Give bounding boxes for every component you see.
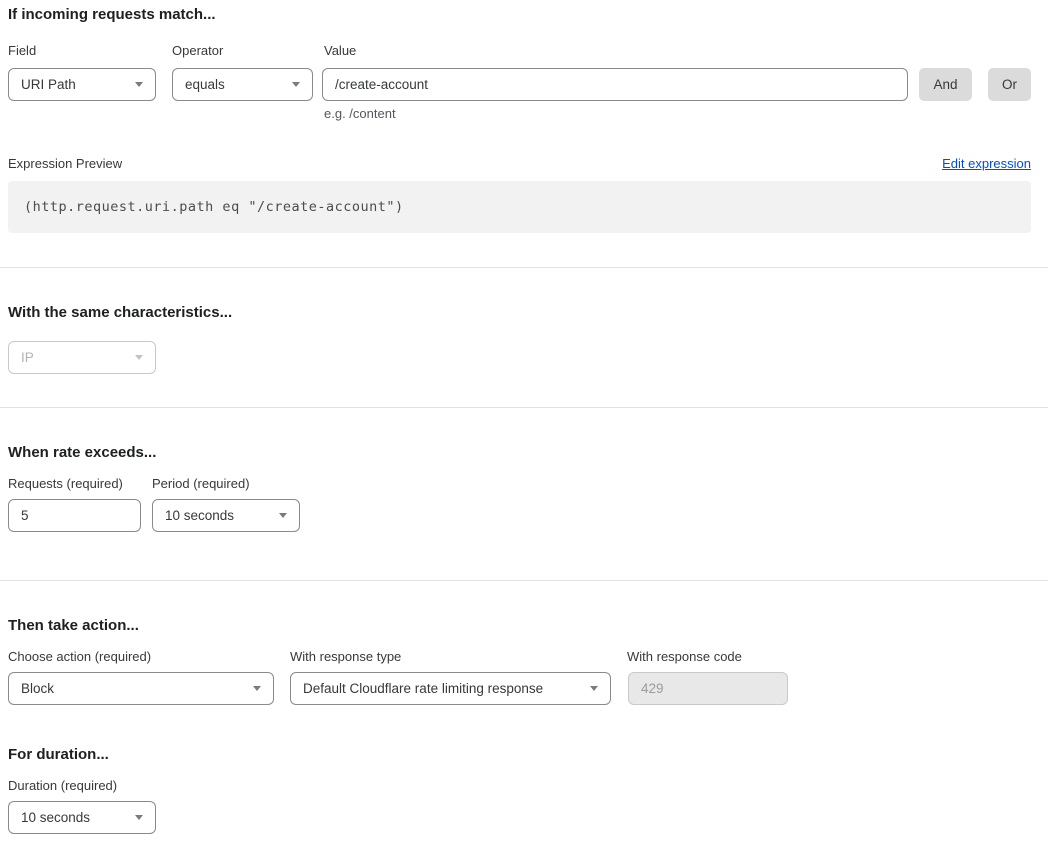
value-label: Value xyxy=(324,43,356,58)
duration-label: Duration (required) xyxy=(8,778,117,793)
field-label: Field xyxy=(8,43,36,58)
period-select-value: 10 seconds xyxy=(165,508,234,523)
section-divider xyxy=(0,407,1048,408)
chevron-down-icon xyxy=(292,82,300,87)
chevron-down-icon xyxy=(279,513,287,518)
action-section-title: Then take action... xyxy=(8,617,139,634)
value-helper-text: e.g. /content xyxy=(324,106,396,121)
requests-label: Requests (required) xyxy=(8,476,123,491)
characteristic-select-value: IP xyxy=(21,350,34,365)
operator-select-value: equals xyxy=(185,77,225,92)
period-select[interactable]: 10 seconds xyxy=(152,499,300,532)
duration-select[interactable]: 10 seconds xyxy=(8,801,156,834)
chevron-down-icon xyxy=(135,815,143,820)
or-button[interactable]: Or xyxy=(988,68,1031,101)
characteristics-section-title: With the same characteristics... xyxy=(8,304,232,321)
characteristic-select: IP xyxy=(8,341,156,374)
chevron-down-icon xyxy=(253,686,261,691)
period-label: Period (required) xyxy=(152,476,250,491)
chevron-down-icon xyxy=(135,355,143,360)
operator-select[interactable]: equals xyxy=(172,68,313,101)
section-divider xyxy=(0,580,1048,581)
response-code-label: With response code xyxy=(627,649,742,664)
and-button[interactable]: And xyxy=(919,68,972,101)
action-select[interactable]: Block xyxy=(8,672,274,705)
response-type-select[interactable]: Default Cloudflare rate limiting respons… xyxy=(290,672,611,705)
value-input[interactable] xyxy=(322,68,908,101)
action-select-value: Block xyxy=(21,681,54,696)
response-type-select-value: Default Cloudflare rate limiting respons… xyxy=(303,681,543,696)
requests-input[interactable] xyxy=(8,499,141,532)
section-divider xyxy=(0,267,1048,268)
match-section-title: If incoming requests match... xyxy=(8,6,216,23)
chevron-down-icon xyxy=(135,82,143,87)
rate-section-title: When rate exceeds... xyxy=(8,444,156,461)
response-code-input xyxy=(628,672,788,705)
expression-preview-label: Expression Preview xyxy=(8,156,122,171)
field-select-value: URI Path xyxy=(21,77,76,92)
operator-label: Operator xyxy=(172,43,223,58)
expression-preview-code-block: (http.request.uri.path eq "/create-accou… xyxy=(8,181,1031,233)
field-select[interactable]: URI Path xyxy=(8,68,156,101)
duration-select-value: 10 seconds xyxy=(21,810,90,825)
duration-section-title: For duration... xyxy=(8,746,109,763)
edit-expression-link[interactable]: Edit expression xyxy=(942,156,1031,171)
response-type-label: With response type xyxy=(290,649,401,664)
expression-code: (http.request.uri.path eq "/create-accou… xyxy=(24,199,404,215)
choose-action-label: Choose action (required) xyxy=(8,649,151,664)
chevron-down-icon xyxy=(590,686,598,691)
rate-limiting-rule-form: If incoming requests match... Field Oper… xyxy=(0,0,1048,842)
